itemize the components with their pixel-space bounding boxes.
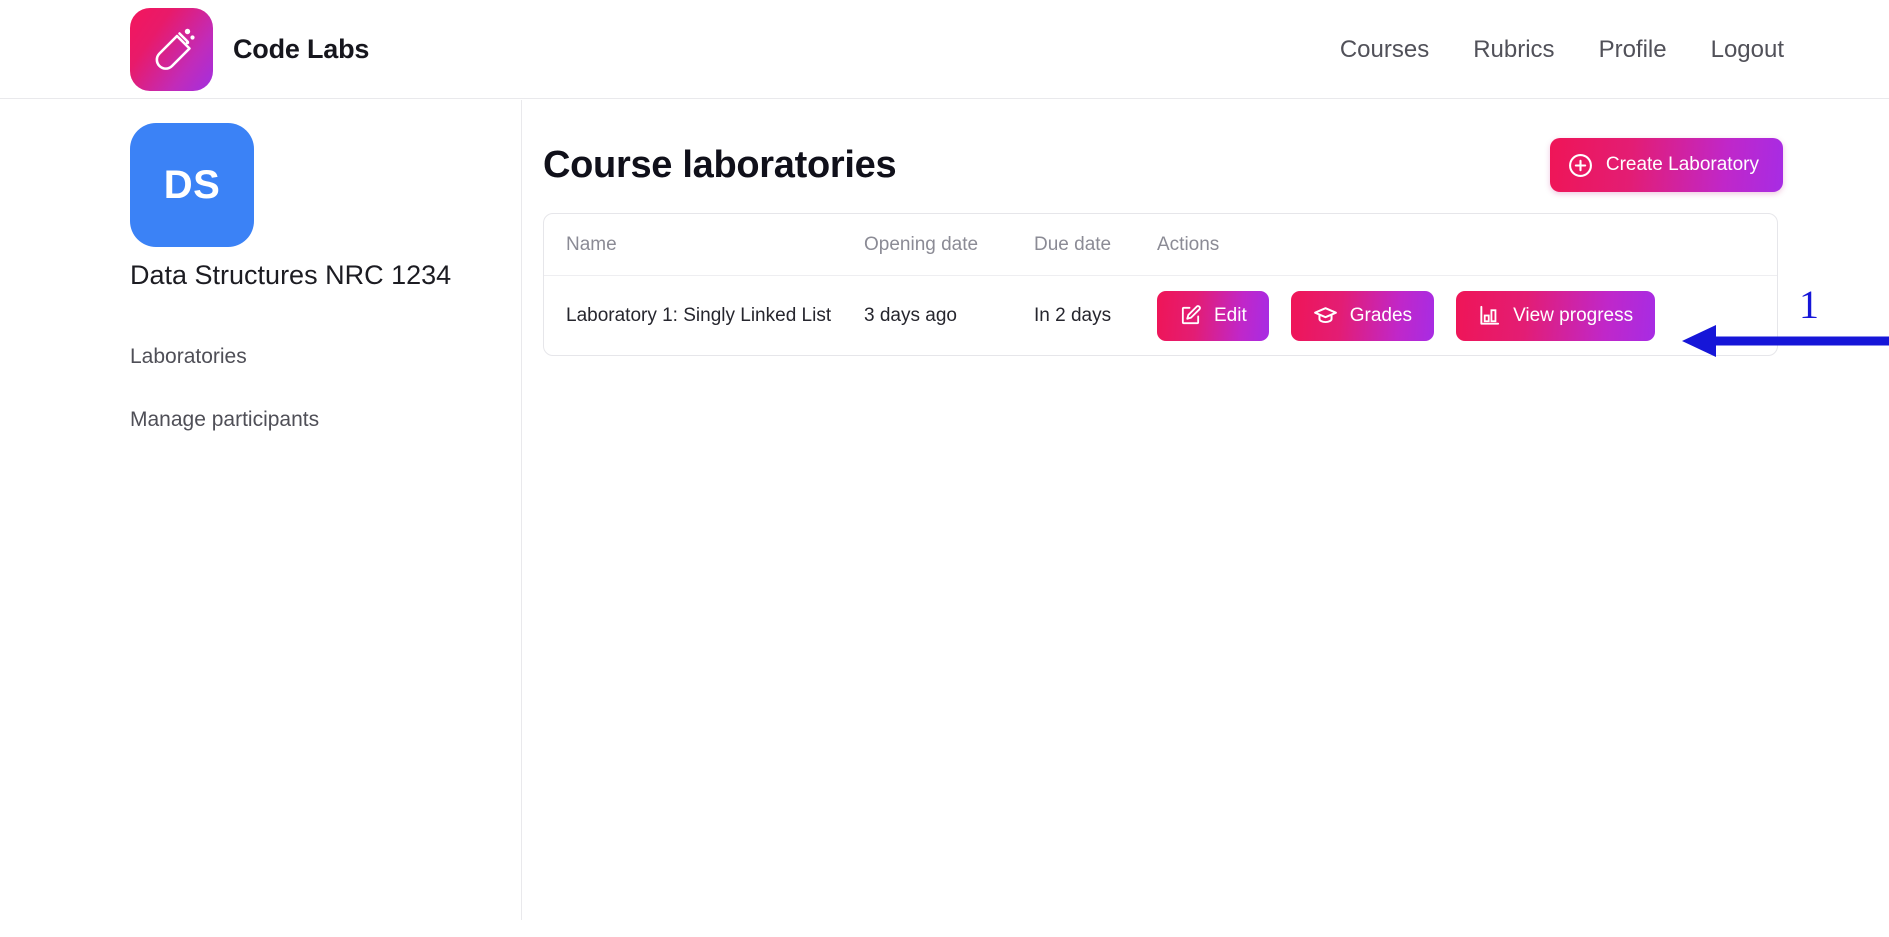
column-header-due-date: Due date [1034, 233, 1112, 255]
graduation-cap-icon [1313, 303, 1338, 328]
edit-button[interactable]: Edit [1157, 290, 1269, 341]
cell-due-date: In 2 days [1034, 304, 1112, 326]
top-header: Code Labs Courses Rubrics Profile Logout [0, 0, 1889, 99]
nav-link-profile[interactable]: Profile [1599, 36, 1667, 64]
brand[interactable]: Code Labs [130, 8, 369, 91]
course-avatar: DS [130, 123, 254, 247]
test-tube-icon [130, 8, 213, 91]
bar-chart-icon [1478, 304, 1501, 327]
table-row: Laboratory 1: Singly Linked List 3 days … [544, 276, 1777, 355]
sidebar-item-manage-participants[interactable]: Manage participants [130, 408, 319, 432]
main-navigation: Courses Rubrics Profile Logout [1340, 0, 1784, 99]
main-content: Course laboratories Create Laboratory Na… [523, 100, 1889, 937]
laboratories-table: Name Opening date Due date Actions Labor… [543, 213, 1778, 356]
pencil-square-icon [1179, 304, 1202, 327]
course-sidebar: DS Data Structures NRC 1234 Laboratories… [0, 100, 522, 920]
create-laboratory-label: Create Laboratory [1605, 154, 1759, 175]
page-title: Course laboratories [543, 144, 897, 186]
view-progress-button-label: View progress [1513, 304, 1634, 326]
table-header-row: Name Opening date Due date Actions [544, 214, 1777, 276]
column-header-opening-date: Opening date [864, 233, 979, 255]
column-header-actions: Actions [1157, 233, 1220, 255]
create-laboratory-button[interactable]: Create Laboratory [1549, 138, 1783, 192]
brand-name: Code Labs [233, 34, 370, 64]
nav-link-rubrics[interactable]: Rubrics [1473, 36, 1554, 64]
edit-button-label: Edit [1214, 304, 1247, 326]
cell-laboratory-name: Laboratory 1: Singly Linked List [566, 304, 832, 326]
cell-actions: Edit Grades View progress [1157, 290, 1777, 341]
plus-circle-icon [1568, 153, 1593, 178]
course-title: Data Structures NRC 1234 [130, 260, 452, 290]
sidebar-item-laboratories[interactable]: Laboratories [130, 345, 247, 369]
cell-opening-date: 3 days ago [864, 304, 957, 326]
column-header-name: Name [566, 233, 617, 255]
grades-button-label: Grades [1349, 304, 1413, 326]
view-progress-button[interactable]: View progress [1456, 290, 1656, 341]
nav-link-courses[interactable]: Courses [1340, 36, 1429, 64]
grades-button[interactable]: Grades [1290, 290, 1435, 341]
nav-link-logout[interactable]: Logout [1711, 36, 1784, 64]
